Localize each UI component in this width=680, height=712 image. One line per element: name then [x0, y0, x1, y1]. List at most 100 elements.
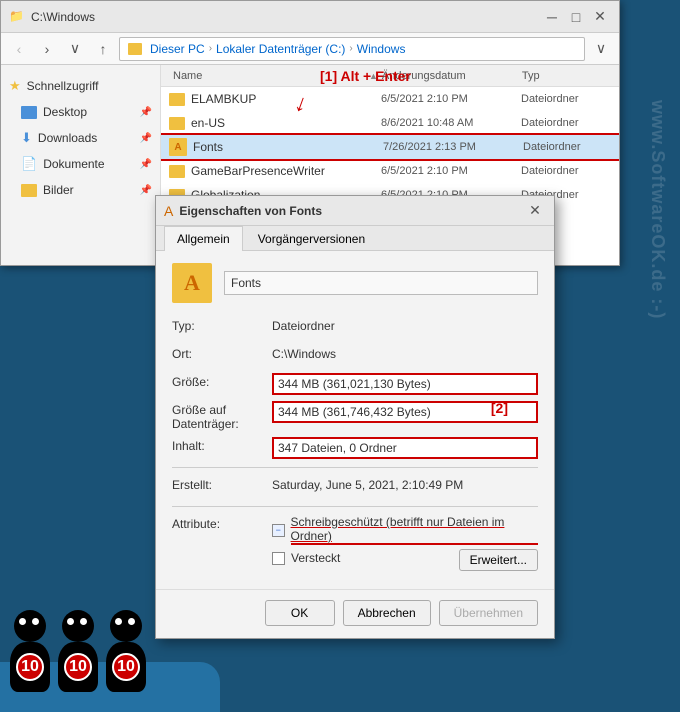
tab-allgemein[interactable]: Allgemein: [164, 226, 243, 251]
hidden-row: Versteckt Erweitert...: [272, 549, 538, 571]
mascot-body-2: 10: [58, 642, 98, 692]
prop-row-typ: Typ: Dateiordner: [172, 317, 538, 339]
dialog-name-input[interactable]: [224, 271, 538, 295]
erweitert-button[interactable]: Erweitert...: [459, 549, 538, 571]
eyes-3: [115, 618, 135, 625]
mascot-2: 10: [58, 610, 98, 692]
annotation-2-text: [2]: [491, 400, 508, 416]
col-header-type[interactable]: Typ: [518, 70, 611, 82]
folder-icon-en-us: [169, 117, 185, 130]
prop-label-erstellt: Erstellt:: [172, 476, 272, 492]
pin-icon-desktop: 📌: [140, 107, 152, 118]
file-row-en-us[interactable]: en-US 8/6/2021 10:48 AM Dateiordner: [161, 111, 619, 135]
sidebar-label-bilder: Bilder: [43, 183, 74, 197]
sidebar-label-desktop: Desktop: [43, 105, 87, 119]
dialog-content: A Typ: Dateiordner Ort: C:\Windows Größe…: [156, 251, 554, 589]
pin-icon-dokumente: 📌: [140, 159, 152, 170]
prop-row-erstellt: Erstellt: Saturday, June 5, 2021, 2:10:4…: [172, 476, 538, 498]
up-button[interactable]: ↑: [91, 37, 115, 61]
file-type-elambkup: Dateiordner: [521, 93, 611, 105]
prop-row-ort: Ort: C:\Windows: [172, 345, 538, 367]
dialog-close-button[interactable]: ✕: [524, 200, 546, 222]
ok-button[interactable]: OK: [265, 600, 335, 626]
sidebar-item-schnellzugriff[interactable]: ★ Schnellzugriff: [1, 73, 160, 99]
sidebar-section-quick-access: ★ Schnellzugriff Desktop 📌 ⬇ Downloads 📌…: [1, 71, 160, 205]
download-icon: ⬇: [21, 130, 32, 146]
close-button[interactable]: ✕: [589, 6, 611, 28]
sidebar-item-desktop[interactable]: Desktop 📌: [1, 99, 160, 125]
file-type-fonts: Dateiordner: [523, 141, 611, 153]
sidebar: ★ Schnellzugriff Desktop 📌 ⬇ Downloads 📌…: [1, 65, 161, 265]
back-button[interactable]: ‹: [7, 37, 31, 61]
uebernehmen-button[interactable]: Übernehmen: [439, 600, 538, 626]
forward-button[interactable]: ›: [35, 37, 59, 61]
file-name-gamebar: GameBarPresenceWriter: [191, 164, 381, 178]
eye-right-2: [80, 618, 87, 625]
prop-label-groesse: Größe:: [172, 373, 272, 389]
title-bar: 📁 C:\Windows ─ □ ✕: [1, 1, 619, 33]
dialog-big-folder-icon: A: [172, 263, 212, 303]
dialog-tabs: Allgemein Vorgängerversionen: [156, 226, 554, 251]
path-sep-2: ›: [349, 43, 352, 54]
dialog-fonts-icon: A: [164, 203, 173, 219]
prop-row-attribute: Attribute: − Schreibgeschützt (betrifft …: [172, 515, 538, 571]
path-part-drive[interactable]: Lokaler Datenträger (C:): [216, 42, 345, 56]
divider-1: [172, 467, 538, 468]
sidebar-item-bilder[interactable]: Bilder 📌: [1, 177, 160, 203]
prop-value-typ: Dateiordner: [272, 317, 538, 333]
file-row-gamebar[interactable]: GameBarPresenceWriter 6/5/2021 2:10 PM D…: [161, 159, 619, 183]
path-part-windows[interactable]: Windows: [357, 42, 406, 56]
path-sep-1: ›: [209, 43, 212, 54]
mascot-body-3: 10: [106, 642, 146, 692]
sidebar-item-dokumente[interactable]: 📄 Dokumente 📌: [1, 151, 160, 177]
star-icon: ★: [9, 78, 21, 94]
dialog-title-bar: A Eigenschaften von Fonts ✕: [156, 196, 554, 226]
sidebar-label-dokumente: Dokumente: [43, 157, 104, 171]
file-name-en-us: en-US: [191, 116, 381, 130]
address-dropdown-button[interactable]: ∨: [589, 37, 613, 61]
folder-icon-gamebar: [169, 165, 185, 178]
folder-icon-elambkup: [169, 93, 185, 106]
file-type-en-us: Dateiordner: [521, 117, 611, 129]
file-date-en-us: 8/6/2021 10:48 AM: [381, 117, 521, 129]
address-path[interactable]: Dieser PC › Lokaler Datenträger (C:) › W…: [119, 37, 585, 61]
prop-label-inhalt: Inhalt:: [172, 437, 272, 453]
file-type-gamebar: Dateiordner: [521, 165, 611, 177]
folder-icon-desktop: [21, 106, 37, 119]
file-date-fonts: 7/26/2021 2:13 PM: [383, 141, 523, 153]
sidebar-item-downloads[interactable]: ⬇ Downloads 📌: [1, 125, 160, 151]
annotation-1-text: [1] Alt + Enter: [320, 68, 411, 84]
mascot-body-1: 10: [10, 642, 50, 692]
prop-row-inhalt: Inhalt: 347 Dateien, 0 Ordner: [172, 437, 538, 459]
path-part-pc[interactable]: Dieser PC: [150, 42, 205, 56]
file-name-fonts: Fonts: [193, 140, 383, 154]
dialog-name-row: A: [172, 263, 538, 303]
minimize-button[interactable]: ─: [541, 6, 563, 28]
sidebar-label-downloads: Downloads: [38, 131, 97, 145]
abbrechen-button[interactable]: Abbrechen: [343, 600, 431, 626]
prop-value-inhalt: 347 Dateien, 0 Ordner: [272, 437, 538, 459]
eye-left-3: [115, 618, 122, 625]
prop-row-groesse: Größe: 344 MB (361,021,130 Bytes): [172, 373, 538, 395]
annotation-1: [1] Alt + Enter: [320, 68, 411, 84]
file-row-fonts[interactable]: A Fonts 7/26/2021 2:13 PM Dateiordner: [161, 135, 619, 159]
file-row-elambkup[interactable]: ELAMBKUP 6/5/2021 2:10 PM Dateiordner: [161, 87, 619, 111]
mascots-container: 10 10 10: [10, 610, 146, 692]
prop-value-groesse: 344 MB (361,021,130 Bytes): [272, 373, 538, 395]
prop-label-groesse-dt: Größe aufDatenträger:: [172, 401, 272, 431]
checkbox-readonly[interactable]: −: [272, 524, 285, 537]
sidebar-label-schnellzugriff: Schnellzugriff: [27, 79, 99, 93]
mascot-badge-3: 10: [112, 653, 140, 681]
tab-vorgaengerversionen[interactable]: Vorgängerversionen: [245, 226, 378, 251]
window-title: C:\Windows: [31, 10, 535, 24]
checkbox-hidden[interactable]: [272, 552, 285, 565]
prop-label-typ: Typ:: [172, 317, 272, 333]
maximize-button[interactable]: □: [565, 6, 587, 28]
window-controls: ─ □ ✕: [541, 6, 611, 28]
eye-left-2: [67, 618, 74, 625]
divider-2: [172, 506, 538, 507]
properties-dialog: A Eigenschaften von Fonts ✕ Allgemein Vo…: [155, 195, 555, 639]
mascot-badge-2: 10: [64, 653, 92, 681]
dropdown-button[interactable]: ∨: [63, 37, 87, 61]
eye-left-1: [19, 618, 26, 625]
